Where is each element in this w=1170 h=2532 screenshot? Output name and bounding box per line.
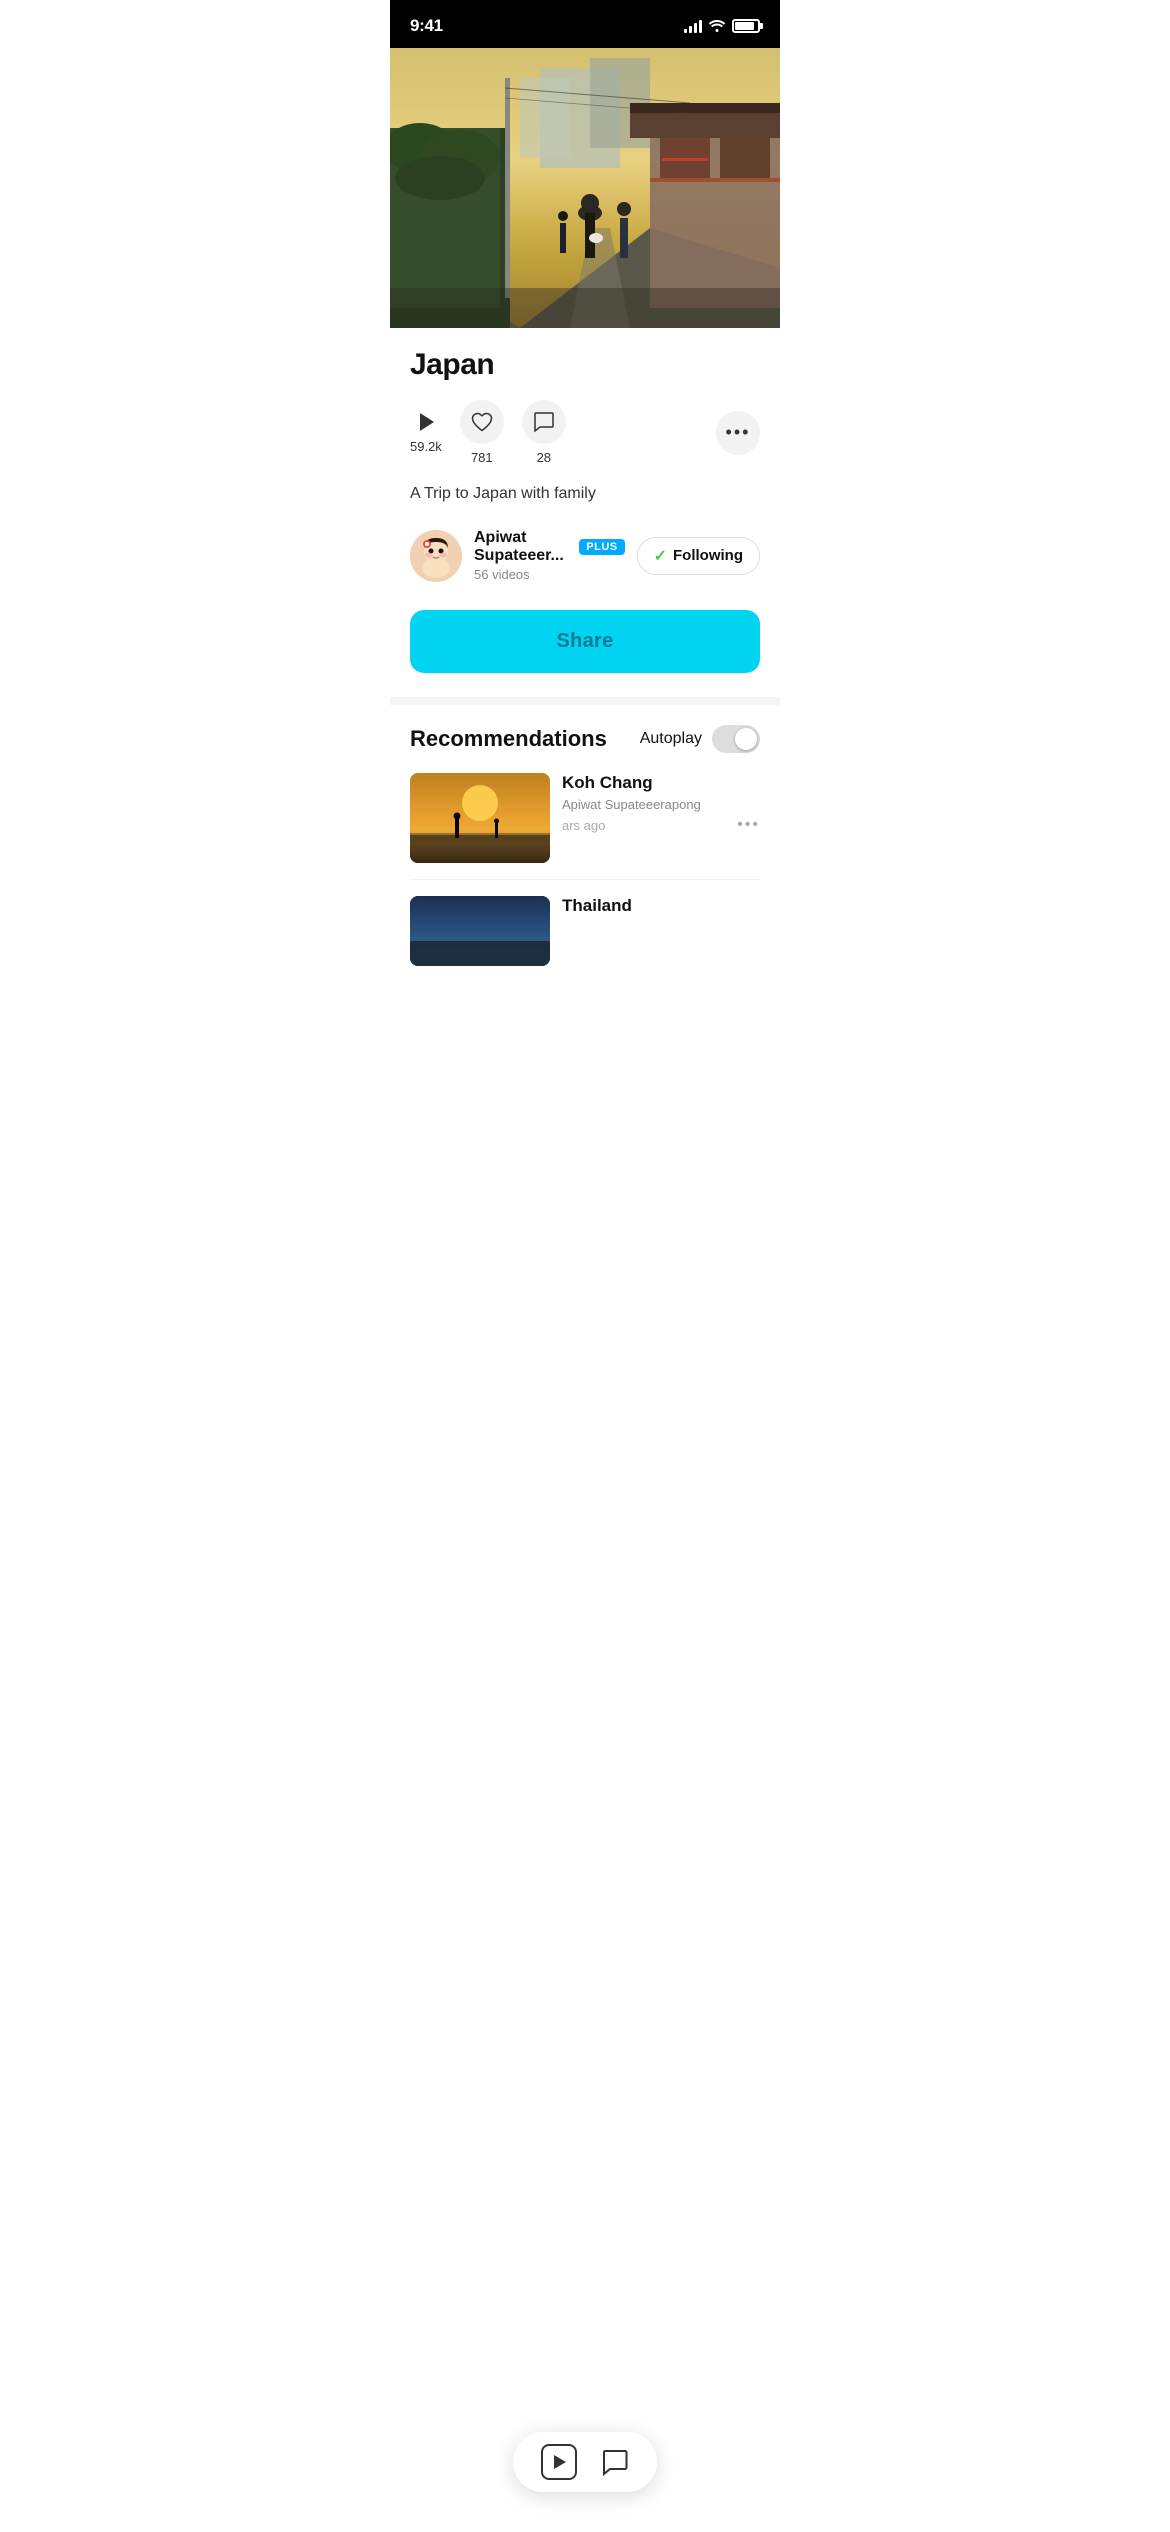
player-play-button[interactable] (541, 2444, 577, 2480)
status-time: 9:41 (410, 16, 443, 36)
comment-button[interactable] (522, 400, 566, 444)
rec-thumbnail-thailand (410, 896, 550, 966)
rec-info-thailand: Thailand (562, 896, 760, 920)
video-content: Japan 59.2k 781 (390, 328, 780, 586)
autoplay-row: Autoplay (640, 725, 760, 753)
rec-title-koh-chang: Koh Chang (562, 773, 760, 793)
rec-item-koh-chang[interactable]: Koh Chang Apiwat Supateeerapong ars ago … (410, 773, 760, 880)
creator-name: Apiwat Supateeer... (474, 529, 571, 565)
creator-avatar[interactable] (410, 530, 462, 582)
plus-badge: PLUS (579, 539, 624, 555)
autoplay-label: Autoplay (640, 730, 702, 748)
battery-icon (732, 19, 760, 33)
section-divider (390, 697, 780, 705)
like-stat[interactable]: 781 (460, 400, 504, 465)
like-count: 781 (471, 450, 493, 465)
hero-image (390, 48, 780, 328)
rec-title-thailand: Thailand (562, 896, 760, 916)
following-button[interactable]: ✓ Following (637, 537, 760, 575)
recommendations-section: Recommendations Autoplay (390, 705, 780, 966)
comment-count: 28 (537, 450, 551, 465)
rec-more-button-koh-chang[interactable]: ••• (737, 816, 760, 834)
status-bar: 9:41 (390, 0, 780, 48)
play-button[interactable] (415, 411, 437, 433)
wifi-icon (708, 18, 726, 35)
more-options-button[interactable]: ••• (716, 411, 760, 455)
status-icons (684, 18, 760, 35)
recommendations-title: Recommendations (410, 726, 607, 752)
following-label: Following (673, 547, 743, 564)
creator-videos-count: 56 videos (474, 567, 625, 582)
player-play-icon (541, 2444, 577, 2480)
stats-row: 59.2k 781 28 ••• (410, 400, 760, 465)
play-count: 59.2k (410, 439, 442, 454)
rec-thumbnail-koh-chang (410, 773, 550, 863)
recommendations-header: Recommendations Autoplay (410, 725, 760, 753)
toggle-knob (735, 728, 757, 750)
like-button[interactable] (460, 400, 504, 444)
video-title: Japan (410, 348, 760, 382)
comment-stat[interactable]: 28 (522, 400, 566, 465)
creator-name-row: Apiwat Supateeer... PLUS (474, 529, 625, 565)
signal-icon (684, 19, 702, 33)
play-stat[interactable]: 59.2k (410, 411, 442, 454)
rec-time-koh-chang: ars ago (562, 818, 605, 833)
video-description: A Trip to Japan with family (410, 483, 760, 505)
rec-meta-row-koh-chang: ars ago ••• (562, 816, 760, 834)
creator-row: Apiwat Supateeer... PLUS 56 videos ✓ Fol… (410, 529, 760, 586)
following-check-icon: ✓ (654, 546, 667, 566)
creator-info: Apiwat Supateeer... PLUS 56 videos (474, 529, 625, 582)
rec-info-koh-chang: Koh Chang Apiwat Supateeerapong ars ago … (562, 773, 760, 834)
bottom-player-bar[interactable] (513, 2432, 657, 2492)
player-comment-button[interactable] (601, 2448, 629, 2476)
rec-item-thailand[interactable]: Thailand (410, 896, 760, 966)
autoplay-toggle[interactable] (712, 725, 760, 753)
rec-creator-koh-chang: Apiwat Supateeerapong (562, 797, 760, 812)
share-section: Share (390, 610, 780, 697)
share-button[interactable]: Share (410, 610, 760, 673)
